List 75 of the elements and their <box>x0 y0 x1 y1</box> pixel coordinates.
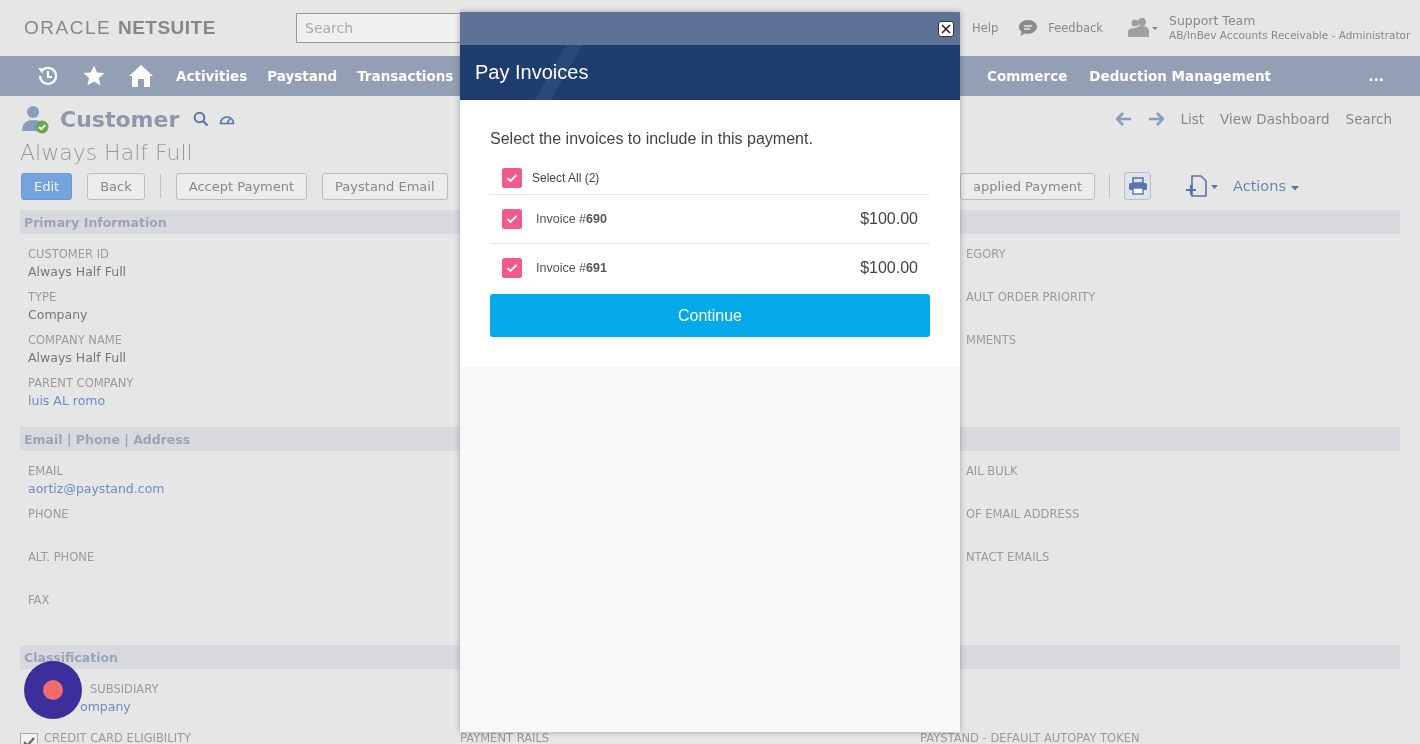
record-link[interactable]: Search <box>1345 111 1392 127</box>
field-label: SUBSIDIARY <box>90 681 159 697</box>
action-button[interactable]: Accept Payment <box>175 172 308 200</box>
field-label: FAX <box>28 592 50 608</box>
field-label: AIL BULK <box>966 463 1018 479</box>
netsuite-logo: ORACLE NETSUITE <box>24 17 217 39</box>
new-document-icon[interactable] <box>1185 175 1219 197</box>
user-name: Support Team <box>1169 13 1257 28</box>
nav-item[interactable]: Transactions <box>357 68 454 84</box>
history-icon[interactable] <box>36 64 60 88</box>
field-label: AULT ORDER PRIORITY <box>966 289 1096 305</box>
caret-icon <box>1289 184 1300 191</box>
continue-button[interactable]: Continue <box>490 294 930 337</box>
field-label: CUSTOMER ID <box>28 246 109 262</box>
feedback-link[interactable]: Feedback <box>1048 21 1103 35</box>
edit-button[interactable]: Edit <box>21 172 73 200</box>
search-icon[interactable] <box>193 111 210 127</box>
field-label: EGORY <box>966 246 1006 262</box>
field-label: PARENT COMPANY <box>28 375 134 391</box>
help-link[interactable]: Help <box>972 21 999 35</box>
record-name: Always Half Full <box>20 139 193 167</box>
select-all-checkbox[interactable] <box>502 168 522 188</box>
invoice-label: Invoice #690 <box>536 212 607 226</box>
field-label: TYPE <box>28 289 57 305</box>
field-value: Company <box>28 306 88 324</box>
invoice-checkbox[interactable] <box>502 209 522 229</box>
select-all-label: Select All (2) <box>532 171 600 185</box>
record-button[interactable] <box>24 661 82 719</box>
action-button[interactable]: applied Payment <box>960 172 1095 200</box>
field-link[interactable]: aortiz@paystand.com <box>28 479 165 499</box>
field-label: ALT. PHONE <box>28 549 95 565</box>
nav-item[interactable]: Paystand <box>267 68 338 84</box>
invoice-amount: $100.00 <box>860 210 918 228</box>
more-menu[interactable]: ... <box>1368 68 1384 84</box>
field-value: Always Half Full <box>28 349 127 367</box>
chat-bubble-icon <box>1018 19 1039 37</box>
field-label: MMENTS <box>966 332 1017 348</box>
back-arrow-icon[interactable] <box>1116 112 1133 126</box>
field-label: EMAIL <box>28 463 63 479</box>
invoice-checkbox[interactable] <box>502 258 522 278</box>
modal-header: Pay Invoices <box>460 45 960 100</box>
print-button[interactable] <box>1124 172 1151 200</box>
field-label: CREDIT CARD ELIGIBILITY <box>44 733 192 744</box>
field-label: NTACT EMAILS <box>966 549 1050 565</box>
nav-item[interactable]: Activities <box>176 68 248 84</box>
field-label: COMPANY NAME <box>28 332 122 348</box>
field-link[interactable]: ompany <box>80 697 131 717</box>
home-icon[interactable] <box>128 64 154 88</box>
actions-menu[interactable]: Actions <box>1233 178 1300 194</box>
nav-item[interactable]: Commerce <box>987 68 1068 84</box>
user-role: AB/InBev Accounts Receivable - Administrator <box>1169 28 1411 43</box>
invoice-amount: $100.00 <box>860 259 918 277</box>
close-button[interactable] <box>938 20 954 37</box>
instruction-text: Select the invoices to include in this payment. <box>490 130 814 148</box>
record-link[interactable]: List <box>1180 111 1205 127</box>
forward-arrow-icon[interactable] <box>1148 112 1165 126</box>
field-label: OF EMAIL ADDRESS <box>966 506 1080 522</box>
field-value: Always Half Full <box>28 263 127 281</box>
record-type: Customer <box>60 106 180 132</box>
star-icon[interactable] <box>82 64 106 88</box>
user-group-icon[interactable] <box>1127 17 1159 39</box>
check-icon <box>506 173 518 183</box>
field-label: PAYSTAND - DEFAULT AUTOPAY TOKEN <box>920 733 1140 744</box>
action-button[interactable]: Back <box>87 172 145 200</box>
nav-item[interactable]: Deduction Management <box>1089 68 1271 84</box>
customer-icon <box>20 104 50 134</box>
field-link[interactable]: luis AL romo <box>28 391 106 411</box>
action-button[interactable]: Paystand Email <box>322 172 448 200</box>
invoice-label: Invoice #691 <box>536 261 607 275</box>
record-link[interactable]: View Dashboard <box>1220 111 1330 127</box>
field-label: PAYMENT RAILS <box>460 733 550 744</box>
dashboard-icon[interactable] <box>219 113 236 125</box>
field-label: PHONE <box>28 506 69 522</box>
check-icon <box>506 263 518 273</box>
check-icon <box>506 214 518 224</box>
